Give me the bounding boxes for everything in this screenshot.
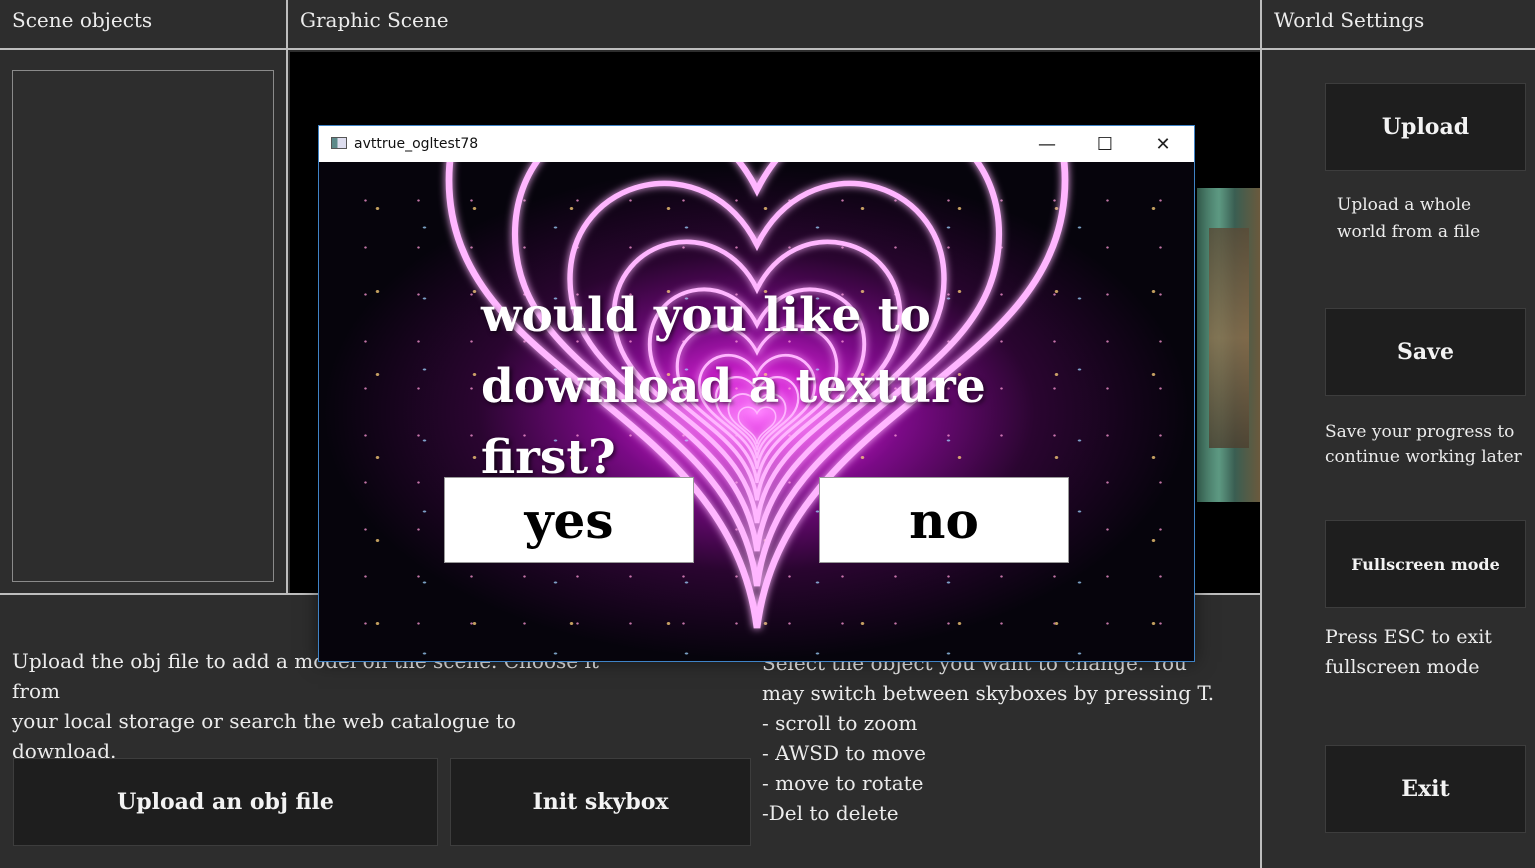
- upload-obj-button[interactable]: Upload an obj file: [13, 758, 438, 846]
- upload-desc-line1: Upload a whole: [1337, 195, 1472, 215]
- save-description: Save your progress to continue working l…: [1325, 420, 1530, 470]
- scene-instructions: Select the object you want to change. Yo…: [762, 648, 1232, 828]
- dialog-window-title: avttrue_ogltest78: [354, 136, 479, 152]
- minimize-icon[interactable]: —: [1018, 126, 1076, 162]
- panel-title-world-settings: World Settings: [1274, 8, 1425, 32]
- panel-title-scene-objects: Scene objects: [12, 8, 153, 32]
- fullscreen-desc-line2: fullscreen mode: [1325, 656, 1480, 678]
- close-icon[interactable]: ✕: [1134, 126, 1192, 162]
- fullscreen-description: Press ESC to exit fullscreen mode: [1325, 622, 1530, 682]
- scene-objects-list[interactable]: [12, 70, 274, 582]
- save-desc-line1: Save your progress to: [1325, 422, 1515, 442]
- upload-obj-description: Upload the obj file to add a model on th…: [12, 646, 612, 766]
- instructions-line6: -Del to delete: [762, 801, 899, 825]
- heart-tunnel-background: would you like to download a texture fir…: [319, 162, 1194, 661]
- instructions-line3: - scroll to zoom: [762, 711, 918, 735]
- save-desc-line2: continue working later: [1325, 447, 1522, 467]
- exit-button[interactable]: Exit: [1325, 745, 1526, 833]
- upload-obj-desc-line2: your local storage or search the web cat…: [12, 709, 516, 763]
- fullscreen-desc-line1: Press ESC to exit: [1325, 626, 1492, 648]
- no-button[interactable]: no: [819, 477, 1069, 563]
- upload-world-description: Upload a whole world from a file: [1337, 192, 1527, 246]
- scene-model: [1197, 188, 1260, 502]
- question-line1: would you like to: [481, 288, 931, 343]
- question-line2: download a texture first?: [481, 359, 986, 485]
- upload-world-button[interactable]: Upload: [1325, 83, 1526, 171]
- panel-title-graphic-scene: Graphic Scene: [300, 8, 449, 32]
- upload-desc-line2: world from a file: [1337, 222, 1481, 242]
- instructions-line5: - move to rotate: [762, 771, 924, 795]
- save-button[interactable]: Save: [1325, 308, 1526, 396]
- header-divider: [0, 48, 1535, 50]
- dialog-titlebar[interactable]: avttrue_ogltest78 — ☐ ✕: [319, 126, 1194, 162]
- yes-button[interactable]: yes: [444, 477, 694, 563]
- dialog-question: would you like to download a texture fir…: [481, 280, 1121, 493]
- texture-download-dialog: avttrue_ogltest78 — ☐ ✕ would you like t…: [318, 125, 1195, 662]
- instructions-line2: may switch between skyboxes by pressing …: [762, 681, 1215, 705]
- divider-left: [286, 0, 288, 594]
- app-window-icon: [331, 137, 347, 149]
- divider-right: [1260, 0, 1262, 868]
- instructions-line4: - AWSD to move: [762, 741, 926, 765]
- maximize-icon[interactable]: ☐: [1076, 126, 1134, 162]
- fullscreen-mode-button[interactable]: Fullscreen mode: [1325, 520, 1526, 608]
- init-skybox-button[interactable]: Init skybox: [450, 758, 751, 846]
